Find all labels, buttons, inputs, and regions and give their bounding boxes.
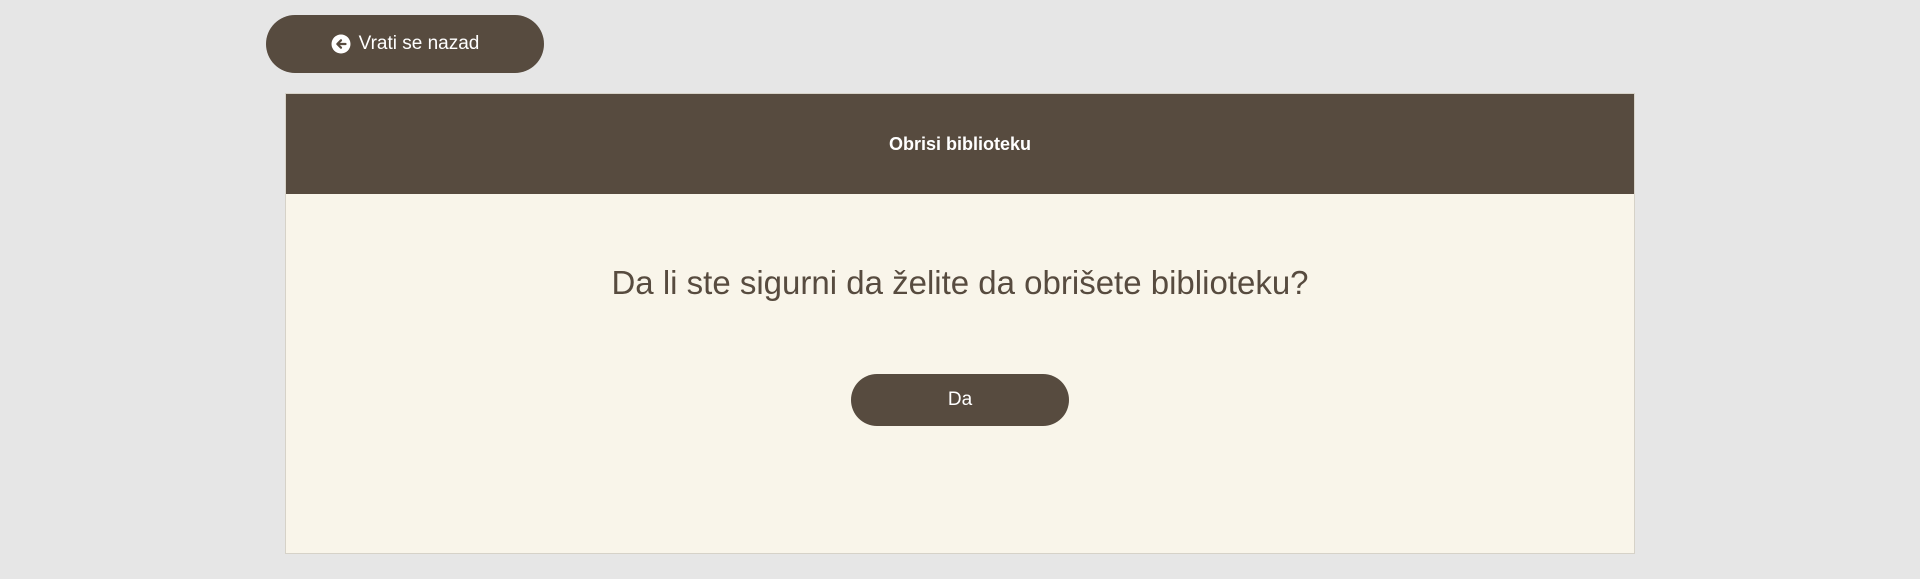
back-button[interactable]: Vrati se nazad bbox=[266, 15, 544, 73]
back-button-label: Vrati se nazad bbox=[358, 33, 480, 54]
confirm-button-label: Da bbox=[947, 389, 973, 410]
card-title: Obrisi biblioteku bbox=[888, 133, 1031, 154]
arrow-circle-left-icon bbox=[331, 34, 351, 54]
confirm-button[interactable]: Da bbox=[851, 374, 1069, 426]
card-body: Da li ste sigurni da želite da obrišete … bbox=[286, 194, 1634, 554]
delete-library-card: Obrisi biblioteku Da li ste sigurni da ž… bbox=[285, 93, 1635, 554]
confirmation-question: Da li ste sigurni da želite da obrišete … bbox=[611, 264, 1309, 301]
card-header: Obrisi biblioteku bbox=[286, 94, 1634, 194]
